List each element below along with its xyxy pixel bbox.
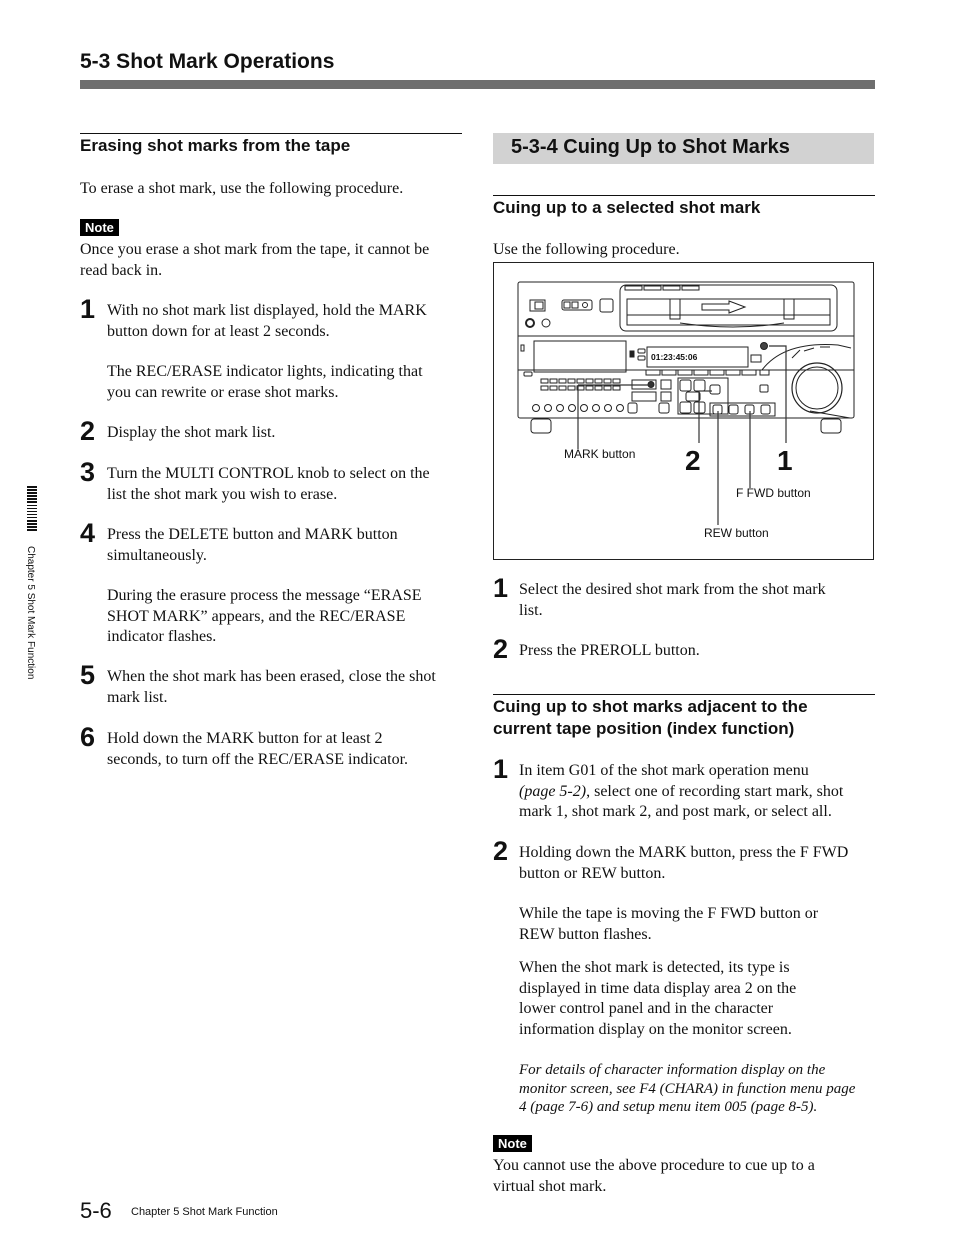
step-line: list the shot mark you wish to erase. [107,485,338,503]
step-line: button down for at least 2 seconds. [107,322,330,340]
step-line: Display the shot mark list. [107,424,276,441]
lcd-display [533,340,627,373]
mark-button-label: MARK button [564,447,636,461]
step-number: 2 [493,634,509,664]
step-number: 1 [80,294,96,324]
step-line: Holding down the MARK button, press the … [519,844,849,861]
step-line: REW button flashes. [519,925,652,943]
step-line: During the erasure process the message “… [107,587,422,604]
step-line: When the shot mark has been erased, clos… [107,668,436,685]
sub-heading-line: Cuing up to shot marks adjacent to the [493,697,808,716]
step-text: With no shot mark list displayed, hold t… [107,301,463,403]
step-number: 6 [80,722,96,752]
step-line: Select the desired shot mark from the sh… [519,581,826,598]
step-number: 1 [493,754,509,784]
reference-note: For details of character information dis… [519,1061,879,1117]
step-text: Select the desired shot mark from the sh… [519,580,875,621]
page-section-title: 5-3 Shot Mark Operations [80,50,335,73]
step-number: 4 [80,518,96,548]
step-line: Hold down the MARK button for at least 2 [107,730,383,747]
sub-heading-line: current tape position (index function) [493,719,795,738]
step-text: In item G01 of the shot mark operation m… [519,761,875,823]
note-line: Once you erase a shot mark from the tape… [80,241,430,258]
step-line: Press the PREROLL button. [519,642,700,659]
step-line: button or REW button. [519,864,666,882]
note-badge: Note [80,219,119,236]
note-line: virtual shot mark. [493,1177,607,1195]
step-line: In item G01 of the shot mark operation m… [519,762,809,779]
preroll-button [709,384,721,395]
step-line: information display on the monitor scree… [519,1020,792,1038]
header-bar [80,80,875,89]
sub-heading-selected: Cuing up to a selected shot mark [493,198,761,217]
left-intro: To erase a shot mark, use the following … [80,180,404,197]
side-tab-lines [27,486,37,532]
step-line: indicator flashes. [107,628,217,645]
heading-rule [493,694,875,695]
step-line: When the shot mark is detected, its type… [519,959,790,976]
section-heading: 5-3-4 Cuing Up to Shot Marks [511,136,790,158]
f-fwd-button-label: F FWD button [736,486,811,500]
step-line: SHOT MARK” appears, and the REC/ERASE [107,607,406,625]
step-line: mark list. [107,688,168,706]
callout-2: 2 [685,445,701,476]
step-line-rest: , select one of recording start mark, sh… [586,782,844,800]
step-text: When the shot mark has been erased, clos… [107,667,463,708]
step-line: simultaneously. [107,546,207,564]
vtr-front-panel-illustration: 01:23:45:06 [517,281,855,525]
note-line: read back in. [80,261,163,279]
sub1-intro: Use the following procedure. [493,241,680,258]
step-text: Press the PREROLL button. [519,641,875,662]
footer-chapter: Chapter 5 Shot Mark Function [131,1206,278,1218]
reference-line: 4 (page 7-6) and setup menu item 005 (pa… [519,1099,818,1115]
insert-arrow-icon [701,300,747,314]
note-text: Once you erase a shot mark from the tape… [80,240,429,281]
heading-rule [80,133,462,134]
step-line: The REC/ERASE indicator lights, indicati… [107,363,423,380]
section-heading-box: 5-3-4 Cuing Up to Shot Marks [493,133,874,164]
side-tab-text: Chapter 5 Shot Mark Function [25,546,36,680]
heading-rule [493,195,875,196]
timecode-text: 01:23:45:06 [651,352,698,362]
note-badge: Note [493,1135,532,1152]
step-number: 3 [80,457,96,487]
step-number: 2 [80,416,96,446]
step-line: With no shot mark list displayed, hold t… [107,302,427,319]
step-number: 1 [493,573,509,603]
note-line: You cannot use the above procedure to cu… [493,1157,815,1174]
foot-left [530,418,552,434]
step-line: you can rewrite or erase shot marks. [107,383,339,401]
step-line: displayed in time data display area 2 on… [519,979,797,997]
step-line: list. [519,601,543,619]
step-line: lower control panel and in the character [519,1000,774,1017]
callout-1: 1 [777,445,793,476]
step-text: Display the shot mark list. [107,423,463,444]
step-text: Holding down the MARK button, press the … [519,843,875,1040]
step-line: mark 1, shot mark 2, and post mark, or s… [519,803,832,820]
reference-line: monitor screen, see F4 (CHARA) in functi… [519,1080,856,1097]
left-heading: Erasing shot marks from the tape [80,136,351,155]
step-line: Press the DELETE button and MARK button [107,526,398,543]
note-text: You cannot use the above procedure to cu… [493,1156,815,1197]
step-line: Turn the MULTI CONTROL knob to select on… [107,465,430,482]
step-number: 2 [493,836,509,866]
step-line: seconds, to turn off the REC/ERASE indic… [107,750,409,768]
cassette-bay [619,284,838,332]
foot-right [820,418,842,434]
page-number: 5-6 [80,1198,112,1223]
step-text: Press the DELETE button and MARK button … [107,525,463,648]
step-text: Turn the MULTI CONTROL knob to select on… [107,464,463,505]
reference-line: For details of character information dis… [519,1062,826,1078]
sub-heading-index: Cuing up to shot marks adjacent to the c… [493,696,808,740]
page-reference-link[interactable]: (page 5-2) [519,783,586,800]
rew-button-label: REW button [704,526,769,540]
step-text: Hold down the MARK button for at least 2… [107,729,463,770]
vtr-figure: 01:23:45:06 MARK button 2 1 F FWD button… [493,262,874,560]
step-line: While the tape is moving the F FWD butto… [519,905,819,922]
step-line: (page 5-2), select one of recording star… [519,782,875,803]
step-number: 5 [80,660,96,690]
